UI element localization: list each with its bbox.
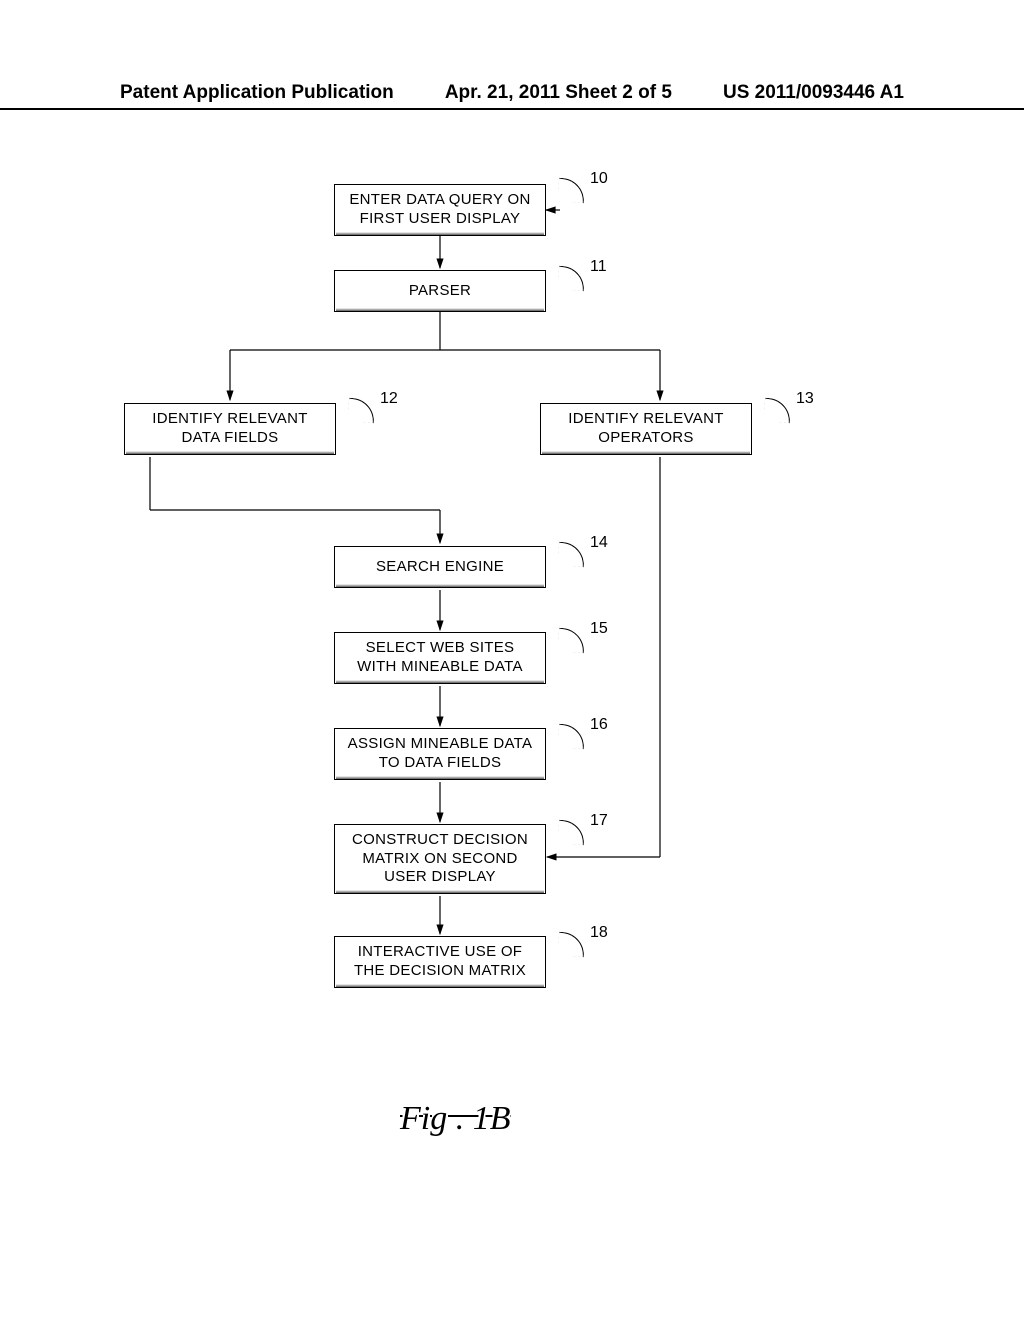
header-center: Apr. 21, 2011 Sheet 2 of 5	[445, 82, 672, 104]
ref-14: 14	[590, 534, 608, 552]
step-enter-query: ENTER DATA QUERY ONFIRST USER DISPLAY	[334, 184, 546, 236]
figure-label: Fig . 1B	[400, 1100, 510, 1138]
ref-17: 17	[590, 812, 608, 830]
step-identify-operators: IDENTIFY RELEVANTOPERATORS	[540, 403, 752, 455]
header-right: US 2011/0093446 A1	[723, 82, 904, 104]
step-identify-fields: IDENTIFY RELEVANTDATA FIELDS	[124, 403, 336, 455]
ref-15: 15	[590, 620, 608, 638]
ref-12: 12	[380, 390, 398, 408]
figure-label-text: Fig . 1B	[400, 1100, 510, 1137]
step-construct-matrix: CONSTRUCT DECISIONMATRIX ON SECONDUSER D…	[334, 824, 546, 894]
ref-11: 11	[590, 258, 607, 276]
step-interactive-use: INTERACTIVE USE OFTHE DECISION MATRIX	[334, 936, 546, 988]
ref-16: 16	[590, 716, 608, 734]
ref-13: 13	[796, 390, 814, 408]
step-search-engine: SEARCH ENGINE	[334, 546, 546, 588]
page-header: Patent Application Publication Apr. 21, …	[0, 82, 1024, 110]
step-parser: PARSER	[334, 270, 546, 312]
step-select-websites: SELECT WEB SITESWITH MINEABLE DATA	[334, 632, 546, 684]
header-left: Patent Application Publication	[120, 82, 394, 104]
step-assign-data: ASSIGN MINEABLE DATATO DATA FIELDS	[334, 728, 546, 780]
ref-18: 18	[590, 924, 608, 942]
ref-10: 10	[590, 170, 608, 188]
